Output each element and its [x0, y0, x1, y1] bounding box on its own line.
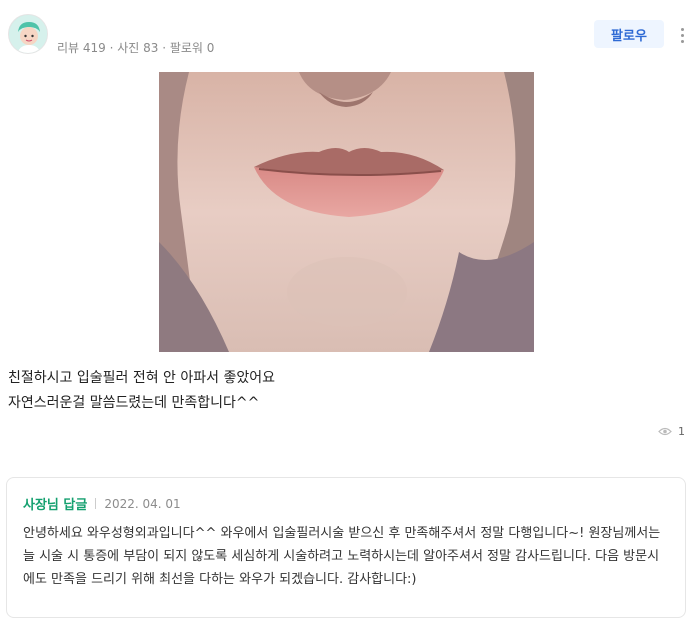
owner-reply-label: 사장님 답글	[23, 498, 88, 513]
user-stats: 리뷰 419 · 사진 83 · 팔로워 0	[57, 41, 215, 55]
user-avatar[interactable]	[8, 14, 48, 54]
review-photo[interactable]	[159, 72, 534, 352]
review-line: 자연스러운걸 말씀드렸는데 만족합니다^^	[8, 395, 260, 411]
review-text: 친절하시고 입술필러 전혀 안 아파서 좋았어요 자연스러운걸 말씀드렸는데 만…	[8, 366, 688, 416]
reply-header: 사장님 답글 2022. 04. 01	[23, 494, 671, 514]
divider	[95, 498, 97, 509]
owner-reply: 사장님 답글 2022. 04. 01 안녕하세요 와우성형외과입니다^^ 와우…	[6, 477, 686, 618]
review-header: 리뷰 419 · 사진 83 · 팔로워 0 팔로우	[0, 0, 699, 70]
more-options-icon[interactable]	[674, 22, 690, 48]
reply-date: 2022. 04. 01	[104, 496, 181, 511]
review-line: 친절하시고 입술필러 전혀 안 아파서 좋았어요	[8, 370, 275, 386]
view-count-value: 1	[678, 425, 685, 438]
eye-icon	[658, 427, 672, 436]
follow-button[interactable]: 팔로우	[594, 20, 664, 48]
view-count: 1	[658, 425, 685, 438]
reply-body: 안녕하세요 와우성형외과입니다^^ 와우에서 입술필러시술 받으신 후 만족해주…	[23, 526, 661, 587]
